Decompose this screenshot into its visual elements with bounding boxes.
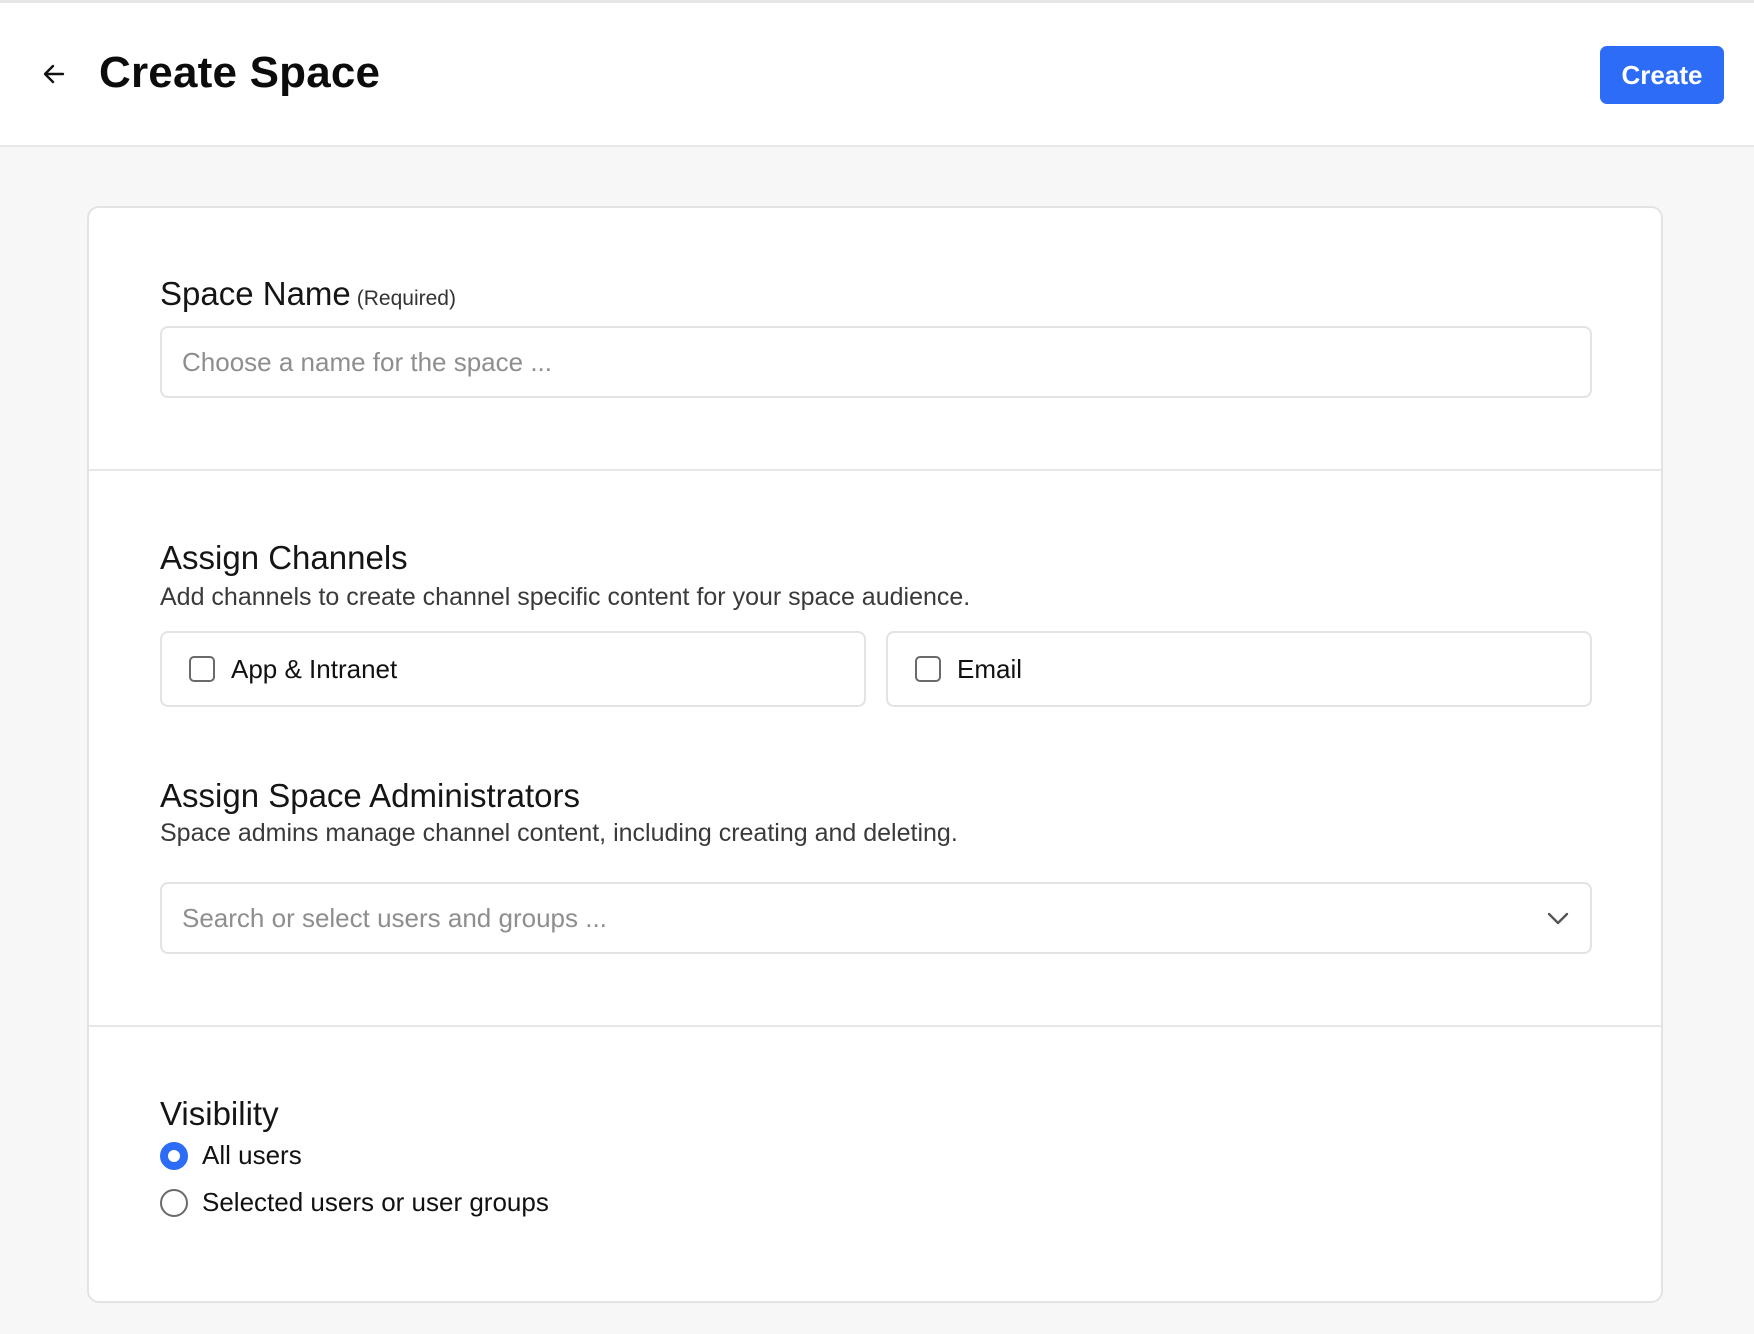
section-divider bbox=[89, 1025, 1661, 1027]
assign-admins-title: Assign Space Administrators bbox=[160, 777, 581, 814]
visibility-option-all-users[interactable]: All users bbox=[160, 1140, 302, 1171]
assign-channels-title: Assign Channels bbox=[160, 539, 408, 576]
space-name-heading: Space Name (Required) bbox=[160, 274, 456, 319]
create-space-form: Space Name(Required) Assign Channels Add… bbox=[87, 206, 1663, 1303]
radio-label: Selected users or user groups bbox=[202, 1187, 549, 1217]
required-label: (Required) bbox=[356, 287, 456, 310]
space-name-title: Space Name bbox=[160, 275, 351, 312]
all-users-radio[interactable] bbox=[160, 1141, 188, 1170]
channel-option-app-intranet[interactable]: App & Intranet bbox=[160, 631, 866, 707]
assign-admins-description: Space admins manage channel content, inc… bbox=[160, 819, 958, 847]
assign-channels-description: Add channels to create channel specific … bbox=[160, 583, 971, 611]
selected-users-radio[interactable] bbox=[160, 1188, 188, 1217]
email-checkbox[interactable] bbox=[915, 656, 941, 682]
radio-label: All users bbox=[202, 1140, 302, 1170]
visibility-option-selected-users[interactable]: Selected users or user groups bbox=[160, 1187, 549, 1218]
page-header: Create Space Create bbox=[0, 3, 1754, 147]
space-name-input[interactable] bbox=[160, 326, 1592, 398]
back-button[interactable] bbox=[34, 54, 74, 94]
visibility-title: Visibility bbox=[160, 1095, 279, 1132]
admins-select-placeholder: Search or select users and groups ... bbox=[182, 902, 607, 933]
admins-select[interactable]: Search or select users and groups ... bbox=[160, 882, 1592, 954]
channel-label: App & Intranet bbox=[231, 653, 398, 684]
channel-label: Email bbox=[957, 653, 1023, 684]
section-divider bbox=[89, 469, 1661, 471]
arrow-left-icon bbox=[43, 64, 65, 84]
create-button[interactable]: Create bbox=[1600, 46, 1724, 104]
page-title: Create Space bbox=[99, 48, 381, 97]
app-intranet-checkbox[interactable] bbox=[189, 656, 215, 682]
chevron-down-icon bbox=[1547, 912, 1569, 925]
channel-option-email[interactable]: Email bbox=[886, 631, 1592, 707]
